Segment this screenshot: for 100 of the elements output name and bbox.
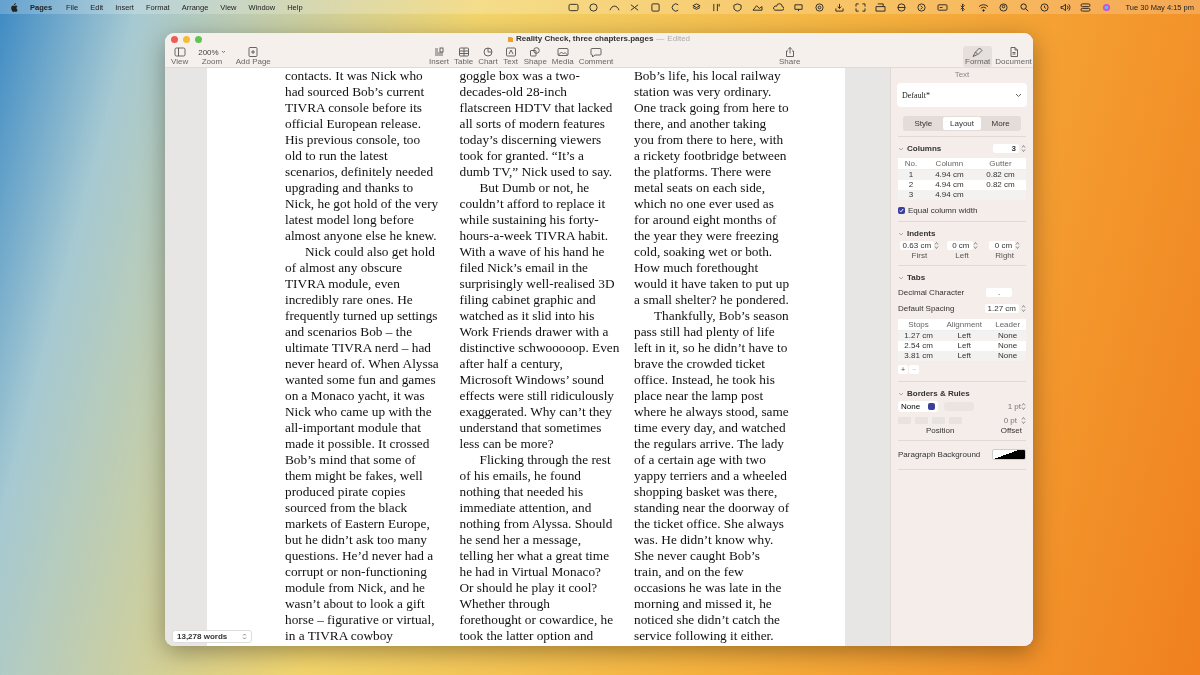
menu-bar-icon[interactable] xyxy=(937,2,948,12)
stepper-icon xyxy=(242,633,247,640)
sidebar-button[interactable]: View xyxy=(169,46,191,67)
indent-field[interactable]: 0 cm xyxy=(989,241,1016,250)
document-button[interactable]: Document xyxy=(993,46,1033,67)
inspector-tab[interactable]: More xyxy=(981,117,1020,130)
search-icon[interactable] xyxy=(1019,2,1030,12)
control-center-icon[interactable] xyxy=(1080,2,1092,12)
column-header: Stops xyxy=(898,319,940,331)
column-header: Column xyxy=(923,158,975,170)
menu-bar-icon[interactable] xyxy=(752,2,764,12)
menu-bar-icon[interactable] xyxy=(855,2,866,12)
border-style-popup[interactable]: None xyxy=(898,401,938,412)
offset-field[interactable]: 0 pt xyxy=(1003,416,1017,425)
body-paragraph: Thankfully, Bob’s season pass still had plenty of life left in it, so he didn’t have to brave the crowded ticket office. Instead, he took his place near the lamp post where he always stood, same time every day, and watched the regulars arrive. The lady of a certain age with two yappy terriers and a wheeled shopping basket was there, standing near the doorway of the ticket office. She always was. He didn’t know why. She never caught Bob’s train, and on the few occasions he was late in the morning and missed it, he noticed she didn’t catch the service following it either. xyxy=(634,308,791,644)
document-icon xyxy=(1007,47,1020,57)
table-cell: 4.94 cm xyxy=(923,169,975,180)
section-title: Tabs xyxy=(907,273,926,282)
field-label: Right xyxy=(995,251,1014,260)
share-button[interactable]: Share xyxy=(777,46,803,67)
column-header: Alignment xyxy=(939,319,990,331)
body-paragraph: Bob’s life, his local railway station was very ordinary. One track going from here to there, and another taking you from there to here, with a rickety footbridge between the platforms. There were metal seats on each side, which no one ever used as for around eight months of the year they were freezing cold, soaking wet or both. How much forethought would it have taken to put up a small shelter? he pondered. xyxy=(634,68,791,308)
text-button[interactable]: Text xyxy=(500,46,521,67)
column-count-field[interactable]: 3 xyxy=(993,144,1019,153)
format-button[interactable]: Format xyxy=(963,46,993,67)
table-cell: None xyxy=(989,351,1026,361)
title-separator: — xyxy=(656,34,665,43)
insert-button[interactable]: Insert xyxy=(427,46,451,67)
edited-status: Edited xyxy=(667,34,691,43)
table-cell: 1 xyxy=(898,169,924,180)
comment-icon xyxy=(590,47,602,57)
table-cell: 2 xyxy=(898,180,924,190)
paintbrush-icon xyxy=(971,47,984,57)
menu-bar-icon[interactable] xyxy=(896,2,907,12)
close-button[interactable] xyxy=(171,36,178,43)
menu-bar-icon[interactable] xyxy=(691,2,702,12)
comment-button[interactable]: Comment xyxy=(576,46,616,67)
body-paragraph: goggle box was a two- decades-old 28-inch flatscreen HDTV that lacked all sorts of modern features today’s discerning viewers took for granted. “It’s a dumb TV,” Nick used to say. xyxy=(459,68,614,180)
body-paragraph: Nick could also get hold of almost any obscure TIVRA module, even incredibly rare ones. He frequently turned up settings and scenarios Bob – the ultimate TIVRA nerd – had never heard of. When Alyssa wanted some fun and games on a Monaco yacht, it was Nick who came up with the all-important module that made it possible. It crossed Bob’s mind that some of them might be fakes, well produced pirate copies sourced from the black markets of Eastern Europe, but he didn’t ask too many questions. He’d never had a corrupt or non-functioning module from Nick, and he wasn’t about to look a gift horse – figurative or virtual, in a TIVRA cowboy xyxy=(285,244,440,644)
add-page-button[interactable]: Add Page xyxy=(233,46,273,67)
default-spacing-field[interactable]: 1.27 cm xyxy=(984,304,1019,313)
menu-bar-icon[interactable] xyxy=(732,2,743,12)
field-label: Paragraph Background xyxy=(898,450,981,459)
menu-bar-icon[interactable] xyxy=(834,2,846,12)
border-width-field[interactable]: 1 pt xyxy=(1007,402,1021,411)
shape-button[interactable]: Shape xyxy=(521,46,549,67)
paragraph-style-dropdown[interactable]: Default* xyxy=(897,83,1027,107)
menu-bar-icon[interactable] xyxy=(793,2,805,12)
section-title: Indents xyxy=(907,229,936,238)
decimal-character-field[interactable]: . xyxy=(986,288,1012,297)
add-page-icon xyxy=(247,47,260,57)
table-cell: 3.81 cm xyxy=(898,351,940,361)
table-cell: 4.94 cm xyxy=(923,190,975,200)
field-label: Position xyxy=(926,426,955,435)
menu-bar-icon[interactable] xyxy=(875,2,887,12)
body-paragraph: contacts. It was Nick who had sourced Bob’s current TIVRA console before its official European release. His previous console, too old to run the latest scenarios, definitely needed upgrading and thanks to Nick, he got hold of the very latest model long before almost anyone else he knew. xyxy=(285,68,440,244)
menu-bar-icon[interactable] xyxy=(650,2,661,12)
checkbox-label: Equal column width xyxy=(908,206,978,215)
menu-bar-icon[interactable] xyxy=(588,2,600,12)
indent-field[interactable]: 0 cm xyxy=(946,241,973,250)
shape-icon xyxy=(529,47,542,57)
field-label: Offset xyxy=(1000,426,1022,435)
inspector-tab[interactable]: Style xyxy=(904,117,943,130)
table-button[interactable]: Table xyxy=(452,46,476,67)
menu-bar-icon[interactable] xyxy=(916,2,928,12)
clock-icon[interactable] xyxy=(1039,2,1051,12)
table-cell: 1.27 cm xyxy=(898,330,940,341)
table-icon xyxy=(457,47,470,57)
table-cell: 2.54 cm xyxy=(898,341,940,351)
chevron-icon xyxy=(1015,92,1022,98)
insert-icon xyxy=(433,47,445,57)
checkbox[interactable] xyxy=(898,207,905,214)
stepper-icon[interactable] xyxy=(972,241,978,250)
table-cell: Left xyxy=(939,330,990,341)
background-color-well[interactable] xyxy=(992,449,1026,460)
column-header: No. xyxy=(898,158,924,170)
menu-bar-icon[interactable] xyxy=(814,2,825,12)
menu-bar-icon[interactable] xyxy=(711,2,723,12)
table-cell: Left xyxy=(939,341,990,351)
table-cell: None xyxy=(989,330,1026,341)
volume-icon[interactable] xyxy=(1060,2,1071,12)
body-paragraph: But Dumb or not, he couldn’t afford to replace it while sustaining his forty- hours-a-week TIVRA habit. With a wave of his hand he filed Nick’s email in the surprisingly well-realised 3D filing cabinet graphic and watched as it slid into his Work Friends drawer with a distinctive schwooooop. Even after half a century, Microsoft Windows’ sound effects were still ridiculously exaggerated. Why can’t they understand that sometimes less can be more? xyxy=(459,180,620,452)
chart-icon xyxy=(481,47,494,57)
menu-bar-icon[interactable] xyxy=(568,2,579,12)
menu-bar-icon[interactable] xyxy=(773,2,784,12)
inspector-header: Text xyxy=(953,69,971,81)
field-label: Left xyxy=(955,251,969,260)
menu-bar-icon[interactable] xyxy=(629,2,641,12)
apple-icon[interactable] xyxy=(10,2,18,12)
media-button[interactable]: Media xyxy=(549,46,576,67)
field-label: First xyxy=(911,251,928,260)
user-icon[interactable] xyxy=(998,2,1010,12)
word-count-button[interactable]: 13,278 words xyxy=(172,630,252,643)
zoom-button[interactable]: 200% Zoom xyxy=(196,46,228,67)
section-title: Borders & Rules xyxy=(907,389,970,398)
wifi-icon[interactable] xyxy=(978,2,989,12)
chart-button[interactable]: Chart xyxy=(476,46,500,67)
caret-icon xyxy=(220,50,226,54)
inspector-tab[interactable]: Layout xyxy=(942,117,982,130)
indent-field[interactable]: 0.63 cm xyxy=(899,241,935,250)
